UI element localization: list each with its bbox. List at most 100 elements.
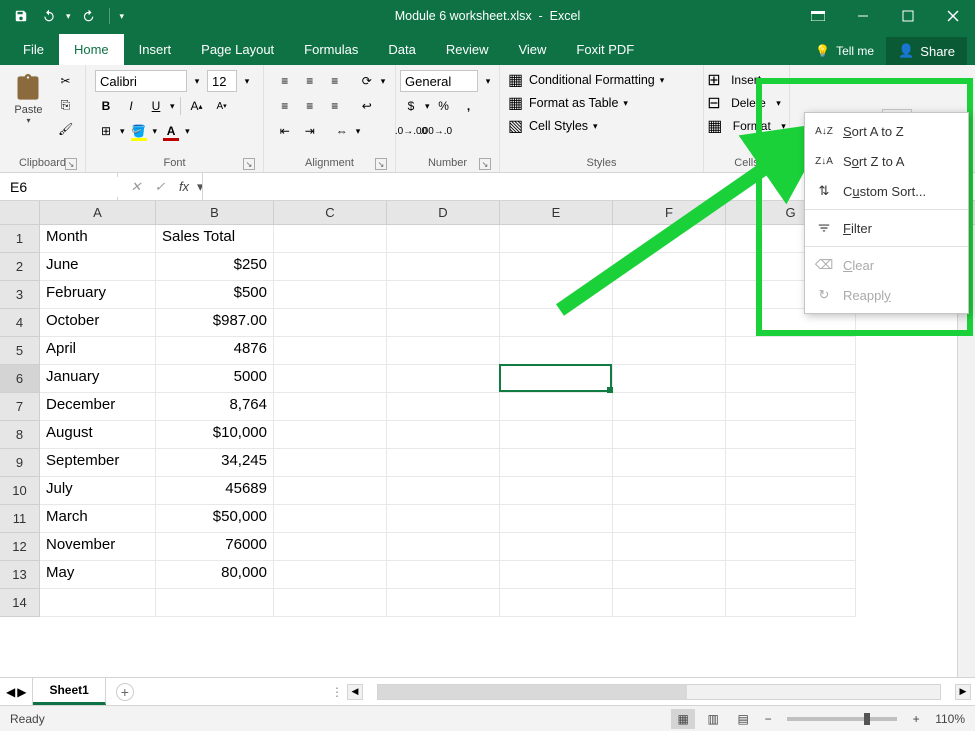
- new-sheet-button[interactable]: +: [116, 683, 134, 701]
- cell[interactable]: [274, 533, 387, 561]
- cell[interactable]: [274, 421, 387, 449]
- column-header[interactable]: E: [500, 201, 613, 224]
- cell[interactable]: [726, 477, 856, 505]
- column-header[interactable]: A: [40, 201, 156, 224]
- qat-customize-icon[interactable]: ▾: [120, 11, 125, 22]
- delete-cells-button[interactable]: ⊟ Delete ▾: [707, 93, 781, 113]
- cell[interactable]: [500, 253, 613, 281]
- cell[interactable]: January: [40, 365, 156, 393]
- cell[interactable]: 4876: [156, 337, 274, 365]
- row-header[interactable]: 14: [0, 589, 40, 617]
- row-header[interactable]: 9: [0, 449, 40, 477]
- cell[interactable]: [613, 505, 726, 533]
- sheet-nav-prev-icon[interactable]: ◀: [6, 685, 15, 699]
- borders-icon[interactable]: ⊞: [95, 120, 117, 142]
- cell[interactable]: Sales Total: [156, 225, 274, 253]
- custom-sort-item[interactable]: ⇅ Custom Sort...: [805, 176, 968, 206]
- insert-cells-button[interactable]: ⊞ Insert ▾: [707, 70, 776, 90]
- cell[interactable]: April: [40, 337, 156, 365]
- cell[interactable]: [274, 365, 387, 393]
- cell[interactable]: [726, 449, 856, 477]
- chevron-down-icon[interactable]: ▾: [481, 70, 495, 92]
- cell[interactable]: [156, 589, 274, 617]
- sheet-tab[interactable]: Sheet1: [33, 678, 105, 705]
- wrap-text-icon[interactable]: ↩: [356, 95, 378, 117]
- cell[interactable]: $50,000: [156, 505, 274, 533]
- chevron-down-icon[interactable]: ▾: [190, 70, 204, 92]
- column-header[interactable]: F: [613, 201, 726, 224]
- row-header[interactable]: 8: [0, 421, 40, 449]
- cell[interactable]: March: [40, 505, 156, 533]
- cell[interactable]: [387, 365, 500, 393]
- increase-indent-icon[interactable]: ⇥: [299, 120, 321, 142]
- percent-icon[interactable]: %: [433, 95, 455, 117]
- zoom-in-button[interactable]: +: [909, 712, 923, 726]
- fill-color-icon[interactable]: 🪣: [128, 120, 150, 142]
- tab-split-handle[interactable]: ⋮: [331, 685, 343, 699]
- undo-dropdown-icon[interactable]: ▾: [66, 11, 71, 22]
- cell[interactable]: February: [40, 281, 156, 309]
- select-all-button[interactable]: [0, 201, 40, 225]
- cell[interactable]: [387, 589, 500, 617]
- cell[interactable]: [500, 421, 613, 449]
- align-center-icon[interactable]: ≡: [299, 95, 321, 117]
- cell[interactable]: [613, 533, 726, 561]
- cell[interactable]: [500, 225, 613, 253]
- filter-item[interactable]: Filter: [805, 213, 968, 243]
- cell[interactable]: [500, 393, 613, 421]
- row-header[interactable]: 10: [0, 477, 40, 505]
- bold-button[interactable]: B: [95, 95, 117, 117]
- underline-button[interactable]: U: [145, 95, 167, 117]
- scroll-right-icon[interactable]: ▶: [955, 684, 971, 700]
- scroll-left-icon[interactable]: ◀: [347, 684, 363, 700]
- enter-formula-icon[interactable]: ✓: [150, 179, 170, 195]
- chevron-down-icon[interactable]: ▾: [240, 70, 254, 92]
- cell[interactable]: [387, 505, 500, 533]
- copy-icon[interactable]: ⎘: [55, 94, 77, 116]
- decrease-font-icon[interactable]: A▾: [211, 95, 233, 117]
- dialog-launcher-icon[interactable]: ↘: [375, 158, 387, 170]
- cell[interactable]: [613, 225, 726, 253]
- cell[interactable]: [387, 337, 500, 365]
- cell[interactable]: [726, 561, 856, 589]
- cell[interactable]: $250: [156, 253, 274, 281]
- normal-view-icon[interactable]: ▦: [671, 709, 695, 729]
- tab-review[interactable]: Review: [431, 34, 504, 65]
- cell[interactable]: [387, 421, 500, 449]
- page-break-view-icon[interactable]: ▤: [731, 709, 755, 729]
- cell[interactable]: [613, 589, 726, 617]
- cell[interactable]: [274, 393, 387, 421]
- paste-button[interactable]: Paste ▾: [8, 70, 48, 127]
- cell[interactable]: October: [40, 309, 156, 337]
- currency-icon[interactable]: $: [400, 95, 422, 117]
- cell[interactable]: [387, 533, 500, 561]
- tab-data[interactable]: Data: [373, 34, 430, 65]
- row-header[interactable]: 7: [0, 393, 40, 421]
- row-header[interactable]: 13: [0, 561, 40, 589]
- tab-view[interactable]: View: [503, 34, 561, 65]
- redo-icon[interactable]: [77, 5, 99, 27]
- dialog-launcher-icon[interactable]: ↘: [479, 158, 491, 170]
- comma-icon[interactable]: ,: [458, 95, 480, 117]
- maximize-icon[interactable]: [885, 0, 930, 32]
- align-left-icon[interactable]: ≡: [274, 95, 296, 117]
- tab-file[interactable]: File: [8, 34, 59, 65]
- tell-me-search[interactable]: 💡 Tell me: [807, 40, 882, 62]
- undo-icon[interactable]: [38, 5, 60, 27]
- cell[interactable]: 5000: [156, 365, 274, 393]
- cell[interactable]: [274, 561, 387, 589]
- cell[interactable]: September: [40, 449, 156, 477]
- align-right-icon[interactable]: ≡: [324, 95, 346, 117]
- row-header[interactable]: 3: [0, 281, 40, 309]
- cell[interactable]: [387, 393, 500, 421]
- row-header[interactable]: 5: [0, 337, 40, 365]
- align-top-icon[interactable]: ≡: [274, 70, 296, 92]
- merge-center-icon[interactable]: ⇔: [331, 120, 353, 142]
- cell[interactable]: [726, 365, 856, 393]
- cell[interactable]: [500, 337, 613, 365]
- cell[interactable]: [500, 505, 613, 533]
- cell[interactable]: [726, 589, 856, 617]
- cell[interactable]: [387, 449, 500, 477]
- minimize-icon[interactable]: [840, 0, 885, 32]
- increase-font-icon[interactable]: A▴: [186, 95, 208, 117]
